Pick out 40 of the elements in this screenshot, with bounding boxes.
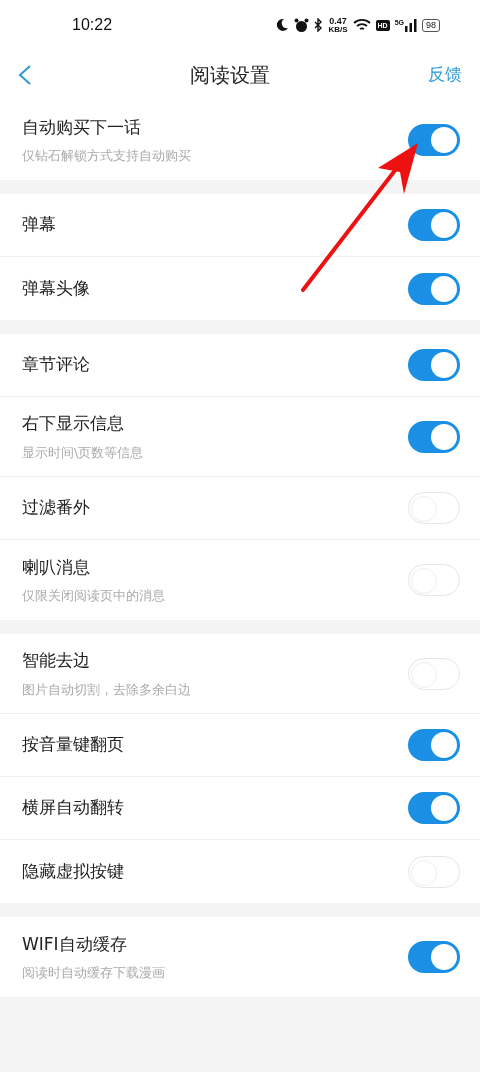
moon-icon <box>275 18 290 32</box>
wifi-icon <box>352 18 371 32</box>
setting-label: 隐藏虚拟按键 <box>22 859 124 883</box>
setting-label: 喇叭消息 <box>22 555 91 579</box>
setting-hint: 仅限关闭阅读页中的消息 <box>22 587 165 605</box>
net-speed: 0.47 <box>329 16 347 26</box>
toggle-switch[interactable] <box>408 941 460 973</box>
setting-label: 自动购买下一话 <box>22 115 142 139</box>
setting-label: 章节评论 <box>22 353 90 377</box>
setting-label: 智能去边 <box>22 649 91 672</box>
setting-label: 按音量键翻页 <box>22 733 124 757</box>
bluetooth-icon <box>314 18 324 32</box>
toggle-switch[interactable] <box>408 855 460 888</box>
net-unit: KB/S <box>328 25 348 34</box>
toggle-switch[interactable] <box>408 564 460 596</box>
toggle-switch[interactable] <box>408 792 460 824</box>
setting-label: 弹幕头像 <box>22 276 90 300</box>
setting-hint: 显示时间\页数等信息 <box>22 443 144 462</box>
page-title: 阅读设置 <box>190 62 270 89</box>
status-time: 10:22 <box>72 15 113 35</box>
toggle-switch[interactable] <box>408 729 460 761</box>
setting-hint: 图片自动切割，去除多余白边 <box>22 680 191 699</box>
setting-hint: 阅读时自动缓存下载漫画 <box>22 964 165 982</box>
setting-hint: 仅钻石解锁方式支持自动购买 <box>22 147 191 165</box>
signal-icon <box>405 18 417 32</box>
toggle-switch[interactable] <box>408 349 460 381</box>
setting-label: 右下显示信息 <box>22 412 125 435</box>
toggle-switch[interactable] <box>408 272 460 305</box>
setting-label: 过滤番外 <box>22 496 90 520</box>
feedback-link[interactable]: 反馈 <box>428 62 462 88</box>
toggle-switch[interactable] <box>408 657 460 690</box>
battery-indicator: 98 <box>422 18 440 32</box>
back-icon[interactable] <box>18 65 32 85</box>
toggle-switch[interactable] <box>408 492 460 524</box>
setting-label: 横屏自动翻转 <box>22 796 124 820</box>
toggle-switch[interactable] <box>408 124 460 156</box>
toggle-switch[interactable] <box>408 209 460 241</box>
setting-label: WIFI自动缓存 <box>22 932 128 956</box>
setting-label: 弹幕 <box>22 213 56 237</box>
toggle-switch[interactable] <box>408 420 460 453</box>
